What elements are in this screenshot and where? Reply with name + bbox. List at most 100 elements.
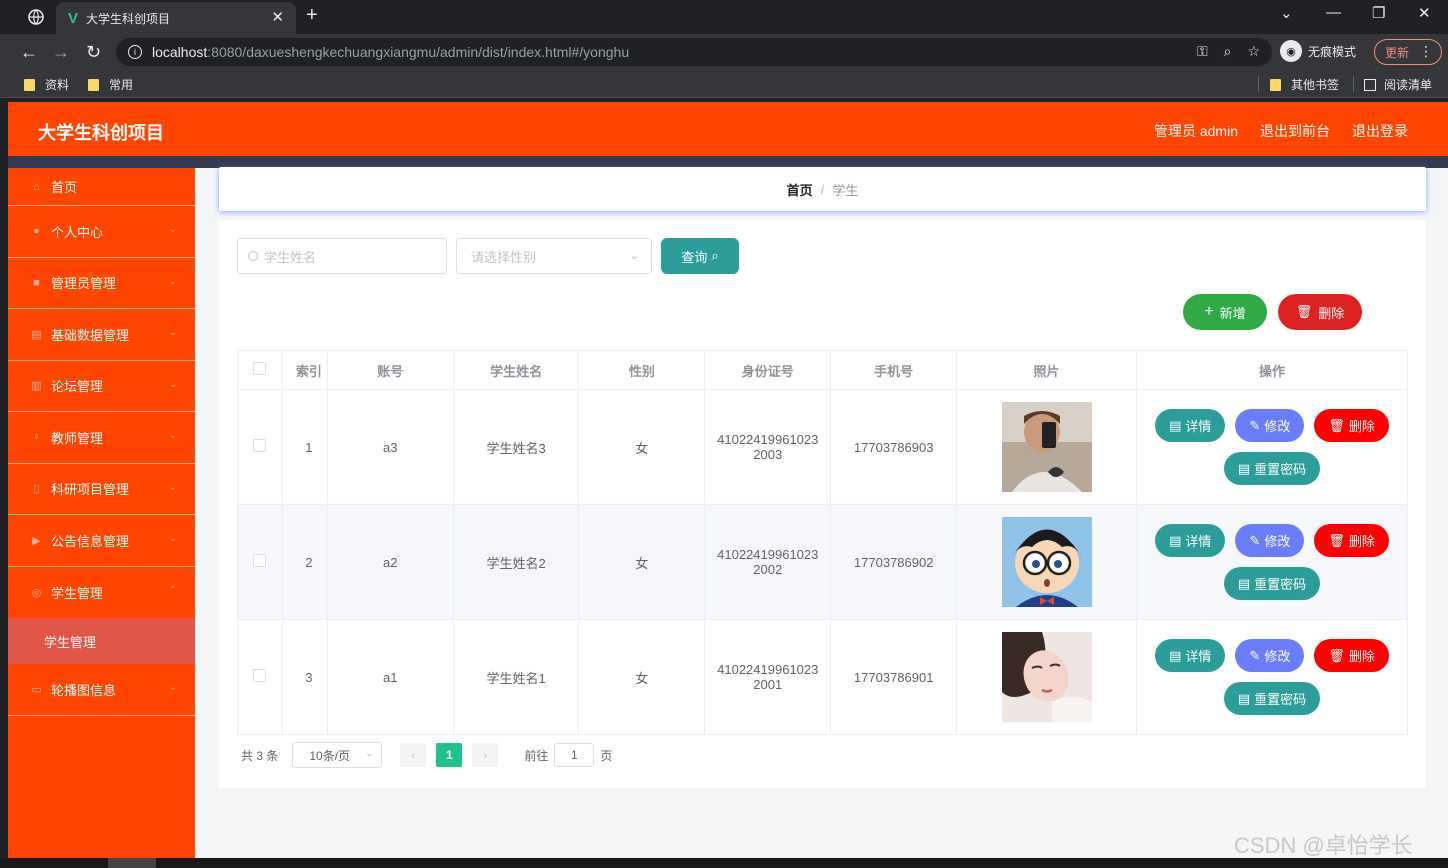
delete-button[interactable]: 🗑 删除: [1314, 409, 1389, 442]
browser-tab[interactable]: V 大学生科创项目 ✕: [56, 2, 296, 34]
os-taskbar: [0, 858, 1448, 868]
chevron-down-icon: ⌄: [168, 682, 177, 693]
goto-page-input[interactable]: 1: [554, 743, 595, 767]
bookmark-separator: [1258, 76, 1259, 92]
sidebar-item-personal[interactable]: ● 个人中心 ⌄: [8, 206, 195, 258]
page-number-current[interactable]: 1: [436, 743, 463, 767]
url-host: localhost: [152, 44, 208, 60]
chart-icon: ▤: [31, 328, 42, 341]
edit-button[interactable]: ✎ 修改: [1235, 639, 1305, 672]
vue-logo-icon: V: [68, 9, 79, 27]
prev-page-button[interactable]: ‹: [400, 743, 427, 767]
edit-button[interactable]: ✎ 修改: [1235, 409, 1305, 442]
admin-user-label: 管理员 admin: [1153, 123, 1238, 139]
sidebar-item-teachers[interactable]: ♀ 教师管理 ⌄: [8, 412, 195, 464]
sidebar-subitem-students[interactable]: 学生管理: [8, 618, 195, 664]
video-icon: ▶: [32, 534, 41, 547]
globe-icon[interactable]: [22, 6, 50, 28]
delete-button[interactable]: 🗑 删除: [1314, 639, 1389, 672]
id-number-cell: 41022419961023 2003: [704, 389, 832, 505]
menu-dots-icon[interactable]: ⋮: [1419, 43, 1433, 60]
edit-button[interactable]: ✎ 修改: [1235, 524, 1305, 557]
star-icon[interactable]: ☆: [1247, 43, 1260, 60]
reload-icon[interactable]: ↻: [86, 42, 101, 63]
row-select-cell[interactable]: [237, 504, 283, 620]
taskbar-item[interactable]: [108, 858, 156, 868]
bookmark-folder[interactable]: 常用: [88, 76, 133, 93]
bookmark-folder[interactable]: 资料: [24, 76, 69, 93]
row-checkbox[interactable]: [253, 669, 267, 682]
student-photo[interactable]: [1001, 632, 1092, 722]
student-table: 索引 账号 学生姓名 性别 身份证号 手机号 照片 操作 1 a3 学生姓名3: [237, 350, 1409, 735]
breadcrumb-home[interactable]: 首页: [787, 180, 813, 199]
site-info-icon[interactable]: i: [128, 45, 142, 59]
back-icon[interactable]: ←: [20, 42, 38, 63]
other-bookmarks[interactable]: 其他书签: [1270, 76, 1339, 93]
row-select-cell[interactable]: [237, 389, 283, 505]
bookmarks-bar: 资料 常用 其他书签 阅读清单: [0, 70, 1448, 98]
student-name-placeholder: 学生姓名: [264, 249, 317, 265]
to-frontend-link[interactable]: 退出到前台: [1260, 121, 1330, 141]
sidebar-item-students[interactable]: ◎ 学生管理 ⌃: [8, 567, 195, 619]
address-bar[interactable]: i localhost:8080/daxueshengkechuangxiang…: [116, 38, 1272, 66]
document-icon: ▤: [1237, 690, 1251, 706]
sidebar-item-basedata[interactable]: ▤ 基础数据管理 ⌄: [8, 309, 195, 361]
key-icon[interactable]: ⚿: [1197, 43, 1208, 60]
detail-button[interactable]: ▤ 详情: [1155, 524, 1226, 557]
column-header: 身份证号: [704, 350, 832, 390]
incognito-indicator[interactable]: ◉ 无痕模式: [1280, 40, 1356, 62]
close-tab-icon[interactable]: ✕: [271, 8, 284, 26]
update-button[interactable]: 更新 ⋮: [1374, 39, 1442, 65]
sidebar-item-banners[interactable]: ▭ 轮播图信息 ⌄: [8, 664, 195, 716]
forward-icon[interactable]: →: [52, 42, 70, 63]
reading-list[interactable]: 阅读清单: [1364, 76, 1432, 93]
zoom-icon[interactable]: ⌕: [1224, 43, 1232, 60]
reset-password-button[interactable]: ▤ 重置密码: [1223, 567, 1321, 600]
student-photo[interactable]: [1001, 402, 1092, 492]
close-window-icon[interactable]: ✕: [1418, 4, 1431, 22]
row-checkbox[interactable]: [253, 439, 267, 452]
detail-button[interactable]: ▤ 详情: [1155, 639, 1226, 672]
student-photo[interactable]: [1001, 517, 1092, 607]
sidebar-item-admins[interactable]: ■ 管理员管理 ⌄: [8, 258, 195, 309]
table-row: 2 a2 学生姓名2 女 41022419961023 2002 17703786…: [237, 504, 1409, 620]
next-page-button[interactable]: ›: [472, 743, 499, 767]
column-header: 照片: [956, 350, 1137, 390]
reset-password-button[interactable]: ▤ 重置密码: [1223, 682, 1321, 715]
query-button[interactable]: 查询 ⌕: [661, 238, 739, 274]
sidebar-item-home[interactable]: ⌂ 首页: [8, 168, 195, 206]
minimize-icon[interactable]: —: [1326, 4, 1341, 21]
new-tab-icon[interactable]: +: [306, 4, 318, 27]
tab-search-icon[interactable]: ⌄: [1280, 4, 1293, 22]
account-cell: a3: [326, 389, 454, 505]
maximize-icon[interactable]: ❐: [1372, 4, 1385, 22]
gender-cell: 女: [578, 504, 706, 620]
select-all-cell[interactable]: [237, 350, 283, 390]
bookmark-separator: [1353, 76, 1354, 92]
sidebar-item-notices[interactable]: ▶ 公告信息管理 ⌄: [8, 515, 195, 567]
select-all-checkbox[interactable]: [253, 362, 267, 375]
operations-cell: ▤ 详情 ✎ 修改 🗑 删除 ▤ 重置密码: [1135, 389, 1409, 505]
sidebar-item-forum[interactable]: ▥ 论坛管理 ⌄: [8, 361, 195, 412]
trash-icon: 🗑: [1295, 304, 1313, 319]
folder-icon: [1270, 78, 1281, 91]
delete-button[interactable]: 🗑 删除: [1314, 524, 1389, 557]
logout-link[interactable]: 退出登录: [1352, 121, 1408, 141]
row-checkbox[interactable]: [253, 554, 267, 567]
sidebar-item-projects[interactable]: ▯ 科研项目管理 ⌄: [8, 464, 195, 515]
reset-password-button[interactable]: ▤ 重置密码: [1223, 452, 1321, 485]
row-select-cell[interactable]: [237, 619, 283, 735]
document-icon: ▤: [1169, 647, 1182, 663]
page-size-select[interactable]: 10条/页 ⌄: [292, 742, 383, 768]
gender-select[interactable]: 请选择性别 ⌄: [456, 238, 652, 274]
column-header: 手机号: [830, 350, 958, 390]
chevron-down-icon: ⌄: [168, 430, 177, 441]
batch-delete-button[interactable]: 🗑 删除: [1278, 294, 1362, 330]
detail-button[interactable]: ▤ 详情: [1155, 409, 1226, 442]
student-name-input[interactable]: 学生姓名: [237, 238, 447, 274]
photo-cell: [956, 504, 1137, 620]
index-cell: 2: [281, 504, 328, 620]
briefcase-icon: ■: [33, 276, 40, 289]
add-button[interactable]: + 新增: [1183, 294, 1267, 330]
trash-icon: 🗑: [1328, 532, 1345, 548]
